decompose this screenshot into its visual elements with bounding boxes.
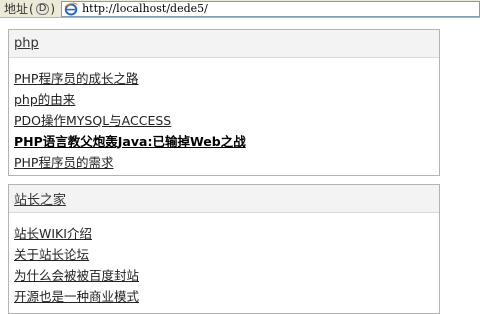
article-link[interactable]: PHP程序员的需求 xyxy=(14,155,113,170)
article-link[interactable]: PDO操作MYSQL与ACCESS xyxy=(14,113,171,128)
article-list: PHP程序员的成长之路 php的由来 PDO操作MYSQL与ACCESS PHP… xyxy=(14,68,439,173)
address-bar: 地址(D) http://localhost/dede5/ xyxy=(0,0,480,18)
section-body: 站长WIKI介绍 关于站长论坛 为什么会被被百度封站 开源也是一种商业模式 xyxy=(9,213,439,307)
article-link[interactable]: php的由来 xyxy=(14,92,75,107)
article-link[interactable]: 关于站长论坛 xyxy=(14,247,89,262)
section-php: php PHP程序员的成长之路 php的由来 PDO操作MYSQL与ACCESS… xyxy=(8,29,440,176)
section-title-link[interactable]: 站长之家 xyxy=(14,189,66,208)
article-link[interactable]: 开源也是一种商业模式 xyxy=(14,289,139,304)
address-label: 地址(D) xyxy=(4,1,56,17)
article-link[interactable]: PHP语言教父炮轰Java:已输掉Web之战 xyxy=(14,134,246,149)
list-item: 关于站长论坛 xyxy=(14,244,439,265)
list-item: 站长WIKI介绍 xyxy=(14,223,439,244)
address-label-text: 地址 xyxy=(4,2,29,16)
address-url: http://localhost/dede5/ xyxy=(82,2,208,15)
section-header: 站长之家 xyxy=(9,185,439,213)
article-list: 站长WIKI介绍 关于站长论坛 为什么会被被百度封站 开源也是一种商业模式 xyxy=(14,223,439,307)
article-link[interactable]: 站长WIKI介绍 xyxy=(14,226,92,241)
list-item: PDO操作MYSQL与ACCESS xyxy=(14,110,439,131)
section-title-link[interactable]: php xyxy=(14,36,39,51)
list-item: php的由来 xyxy=(14,89,439,110)
list-item: 为什么会被被百度封站 xyxy=(14,265,439,286)
list-item: PHP程序员的成长之路 xyxy=(14,68,439,89)
list-item: PHP语言教父炮轰Java:已输掉Web之战 xyxy=(14,131,439,152)
article-link[interactable]: PHP程序员的成长之路 xyxy=(14,71,138,86)
section-body: PHP程序员的成长之路 php的由来 PDO操作MYSQL与ACCESS PHP… xyxy=(9,58,439,173)
section-header: php xyxy=(9,30,439,58)
access-key: D xyxy=(35,2,50,15)
list-item: 开源也是一种商业模式 xyxy=(14,286,439,307)
list-item: PHP程序员的需求 xyxy=(14,152,439,173)
section-webmaster-home: 站长之家 站长WIKI介绍 关于站长论坛 为什么会被被百度封站 开源也是一种商业… xyxy=(8,184,440,314)
ie-page-icon xyxy=(64,2,78,15)
article-link[interactable]: 为什么会被被百度封站 xyxy=(14,268,139,283)
address-input[interactable]: http://localhost/dede5/ xyxy=(61,0,480,17)
